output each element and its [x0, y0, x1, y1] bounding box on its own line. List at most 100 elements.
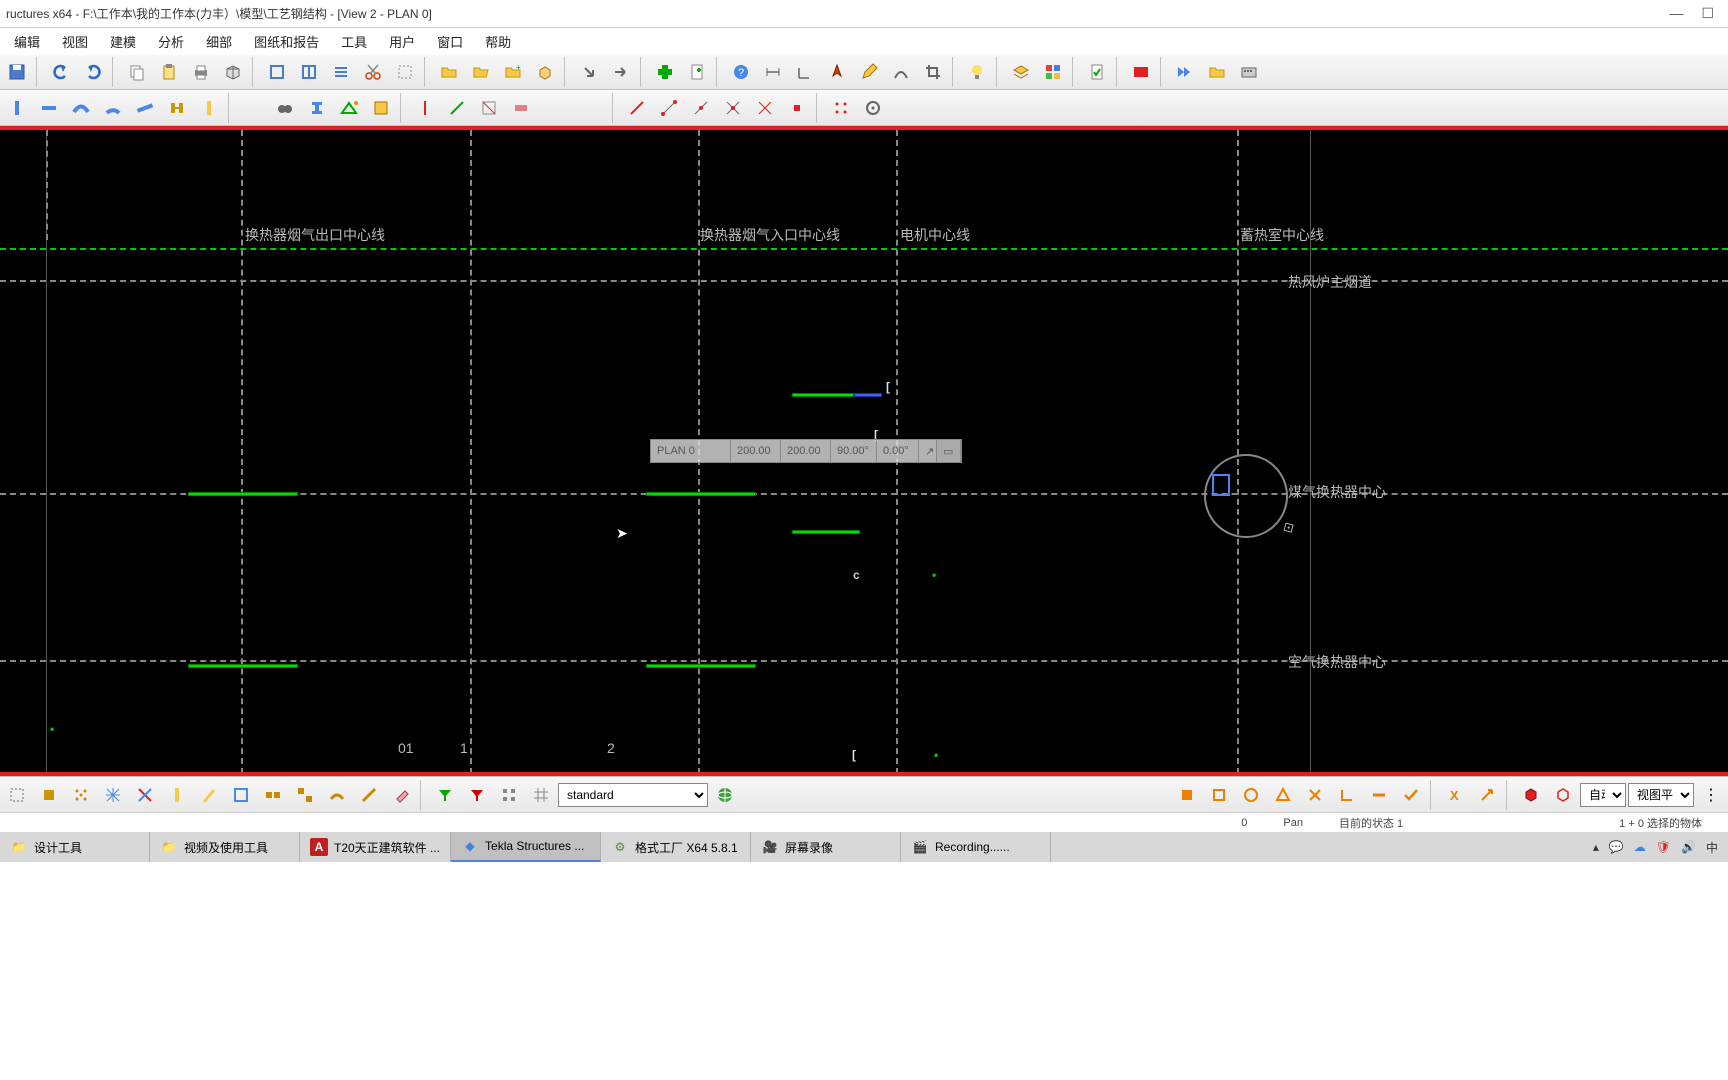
arrow-right-icon[interactable] — [606, 57, 636, 87]
tray-up-icon[interactable]: ▴ — [1593, 840, 1599, 854]
taskbar-item-recording[interactable]: 🎬 Recording...... — [901, 832, 1051, 862]
select-weld-icon[interactable] — [322, 780, 352, 810]
taskbar-item-tekla[interactable]: ◆ Tekla Structures ... — [451, 832, 601, 862]
menu-detail[interactable]: 细部 — [196, 30, 242, 53]
window-split-icon[interactable] — [294, 57, 324, 87]
view-3d-icon[interactable] — [1516, 780, 1546, 810]
coord-toggle[interactable]: ▭ — [937, 440, 961, 462]
beam[interactable] — [188, 492, 298, 496]
filter-hash-icon[interactable] — [526, 780, 556, 810]
select-parts-icon[interactable] — [258, 780, 288, 810]
view-3d-wire-icon[interactable] — [1548, 780, 1578, 810]
shape-outline-icon[interactable] — [1204, 780, 1234, 810]
folder-open-icon[interactable] — [466, 57, 496, 87]
arc-icon[interactable] — [886, 57, 916, 87]
bolt-icon[interactable] — [162, 93, 192, 123]
undo-icon[interactable] — [46, 57, 76, 87]
bulb-icon[interactable] — [962, 57, 992, 87]
dimension-angle-icon[interactable] — [790, 57, 820, 87]
view-cube-ring[interactable] — [1204, 454, 1288, 538]
globe-icon[interactable] — [710, 780, 740, 810]
folder-add-icon[interactable]: + — [498, 57, 528, 87]
folder-icon[interactable] — [434, 57, 464, 87]
snap-mid-icon[interactable] — [686, 93, 716, 123]
select-cross-icon[interactable] — [130, 780, 160, 810]
cut-icon[interactable] — [358, 57, 388, 87]
snap-node-icon[interactable] — [782, 93, 812, 123]
snap-end-icon[interactable] — [654, 93, 684, 123]
shape-check-icon[interactable] — [1396, 780, 1426, 810]
beam-arc-icon[interactable] — [98, 93, 128, 123]
add-green-icon[interactable] — [650, 57, 680, 87]
beam-h-icon[interactable] — [34, 93, 64, 123]
print-icon[interactable] — [186, 57, 216, 87]
menu-view[interactable]: 视图 — [52, 30, 98, 53]
filter-green-icon[interactable] — [430, 780, 460, 810]
coordinate-input-bar[interactable]: PLAN 0 200.00 200.00 90.00° 0.00° ↗ ▭ — [650, 439, 962, 463]
copy-icon[interactable] — [122, 57, 152, 87]
select-solid-icon[interactable] — [34, 780, 64, 810]
minimize-button[interactable]: — — [1669, 5, 1683, 22]
layers-icon[interactable] — [1006, 57, 1036, 87]
select-column-icon[interactable] — [162, 780, 192, 810]
select-pen-icon[interactable] — [194, 780, 224, 810]
dimension-h-icon[interactable] — [758, 57, 788, 87]
arrow-ne-icon[interactable] — [1472, 780, 1502, 810]
select-erase-icon[interactable] — [386, 780, 416, 810]
more-icon[interactable]: ⋮ — [1696, 780, 1726, 810]
menu-window[interactable]: 窗口 — [427, 30, 473, 53]
cut-line-icon[interactable] — [410, 93, 440, 123]
menu-analysis[interactable]: 分析 — [148, 30, 194, 53]
coord-x-field[interactable]: 200.00 — [731, 440, 781, 462]
tray-cloud-icon[interactable]: ☁ — [1634, 840, 1646, 854]
viewplane-combo[interactable]: 视图平面 — [1628, 783, 1694, 807]
ibeam-icon[interactable] — [302, 93, 332, 123]
auto-combo[interactable]: 自动 — [1580, 783, 1626, 807]
snap-line-icon[interactable] — [622, 93, 652, 123]
compass-icon[interactable] — [822, 57, 852, 87]
truss-icon[interactable] — [334, 93, 364, 123]
menu-help[interactable]: 帮助 — [475, 30, 521, 53]
pencil-icon[interactable] — [854, 57, 884, 87]
paste-icon[interactable] — [154, 57, 184, 87]
grid-color-icon[interactable] — [1038, 57, 1068, 87]
select-window-icon[interactable] — [226, 780, 256, 810]
shape-triangle-icon[interactable] — [1268, 780, 1298, 810]
beam[interactable] — [792, 393, 854, 397]
shape-square-icon[interactable] — [1172, 780, 1202, 810]
binoculars-icon[interactable] — [270, 93, 300, 123]
save-icon[interactable] — [2, 57, 32, 87]
beam[interactable] — [792, 530, 860, 534]
fastforward-icon[interactable] — [1170, 57, 1200, 87]
var-x-icon[interactable]: X — [1440, 780, 1470, 810]
select-assembly-icon[interactable] — [290, 780, 320, 810]
select-bolt-icon[interactable] — [354, 780, 384, 810]
beam-v-icon[interactable] — [2, 93, 32, 123]
select-grid-icon[interactable] — [98, 780, 128, 810]
crop-icon[interactable] — [918, 57, 948, 87]
menu-edit[interactable]: 编辑 — [4, 30, 50, 53]
select-rect-icon[interactable] — [390, 57, 420, 87]
beam-diag-icon[interactable] — [130, 93, 160, 123]
filter-red-icon[interactable] — [462, 780, 492, 810]
add-doc-icon[interactable] — [682, 57, 712, 87]
taskbar-item-design[interactable]: 📁 设计工具 — [0, 832, 150, 862]
shape-dash-icon[interactable] — [1364, 780, 1394, 810]
shape-circle-icon[interactable] — [1236, 780, 1266, 810]
shape-x-icon[interactable] — [1300, 780, 1330, 810]
cut-diag-icon[interactable] — [442, 93, 472, 123]
tray-shield-icon[interactable]: 🛡 — [1656, 840, 1671, 854]
folder-yellow-icon[interactable] — [1202, 57, 1232, 87]
view-cube-face[interactable] — [1212, 474, 1230, 496]
redo-icon[interactable] — [78, 57, 108, 87]
list-icon[interactable] — [326, 57, 356, 87]
model-viewport[interactable]: 换热器烟气出口中心线 换热器烟气入口中心线 电机中心线 蓄热室中心线 热风炉主烟… — [0, 130, 1728, 774]
menu-modeling[interactable]: 建模 — [100, 30, 146, 53]
plate-icon[interactable] — [366, 93, 396, 123]
menu-user[interactable]: 用户 — [379, 30, 425, 53]
beam[interactable] — [646, 492, 756, 496]
arrow-down-right-icon[interactable] — [574, 57, 604, 87]
taskbar-item-video[interactable]: 📁 视频及使用工具 — [150, 832, 300, 862]
snap-grid-icon[interactable] — [826, 93, 856, 123]
tray-volume-icon[interactable]: 🔊 — [1681, 840, 1696, 854]
